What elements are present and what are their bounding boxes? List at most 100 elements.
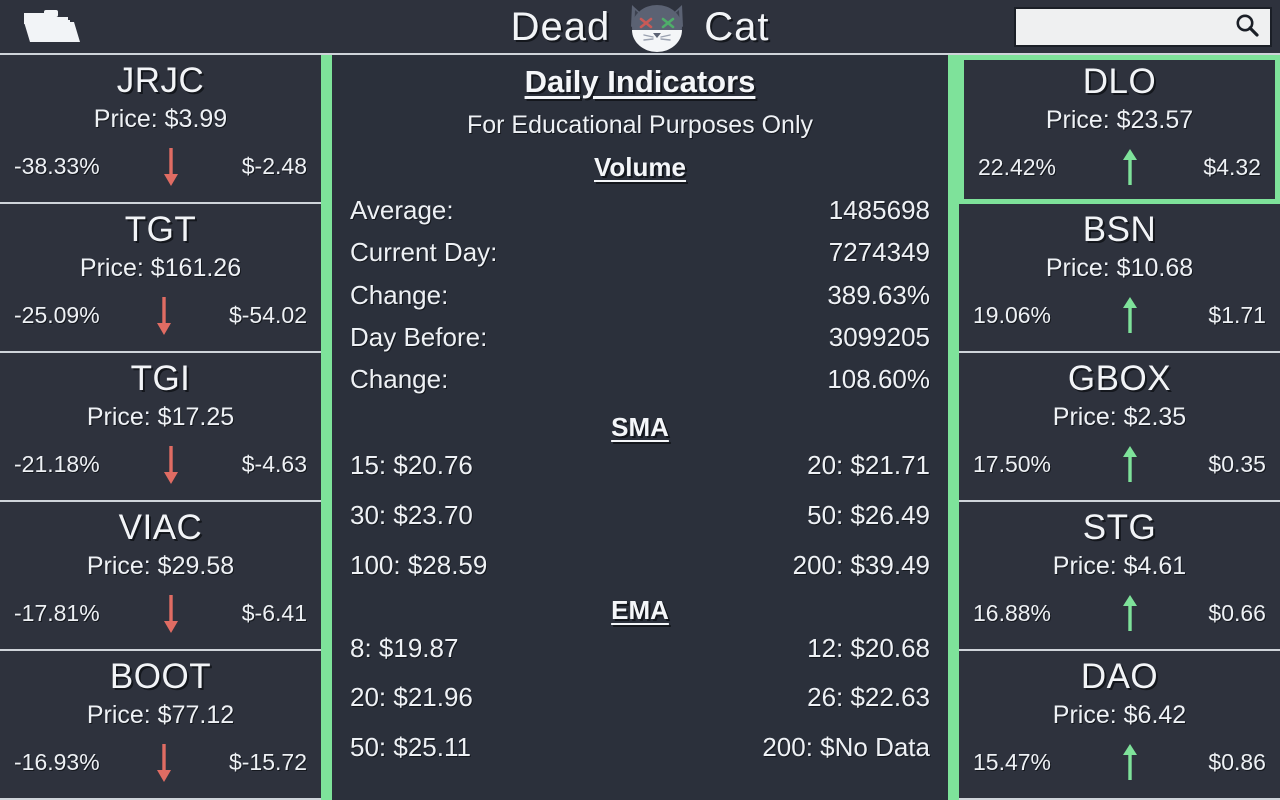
volume-row-label: Day Before:: [350, 321, 488, 352]
ticker-card-dlo[interactable]: DLO Price: $23.57 22.42% $4.32: [959, 55, 1280, 204]
top-losers-column: JRJC Price: $3.99 -38.33% $-2.48 TGT Price: $…: [0, 55, 321, 800]
ticker-change-amount: $-2.48: [241, 153, 307, 180]
brand-text-cat: Cat: [704, 4, 770, 49]
ema-value: 26: $22.63: [807, 682, 930, 713]
ticker-price: Price: $2.35: [1052, 403, 1187, 432]
ticker-card-jrjc[interactable]: JRJC Price: $3.99 -38.33% $-2.48: [0, 55, 321, 204]
volume-row-value: 1485698: [828, 195, 930, 226]
volume-row: Change: 389.63%: [350, 274, 930, 316]
disclaimer-text: For Educational Purposes Only: [466, 111, 813, 140]
ticker-change-percent: -38.33%: [14, 153, 100, 180]
ticker-change-percent: 16.88%: [973, 600, 1052, 627]
search-button[interactable]: [1230, 10, 1264, 44]
ticker-symbol: BSN: [1082, 210, 1157, 250]
ticker-change-amount: $4.32: [1203, 154, 1261, 181]
main-body: JRJC Price: $3.99 -38.33% $-2.48 TGT Price: $…: [0, 55, 1280, 800]
ticker-price: Price: $17.25: [86, 403, 235, 432]
ticker-change-percent: -21.18%: [14, 451, 100, 478]
ticker-price: Price: $161.26: [79, 254, 242, 283]
sma-value: 50: $26.49: [807, 499, 930, 530]
ticker-stats: -25.09% $-54.02: [10, 293, 311, 339]
ticker-stats: -21.18% $-4.63: [10, 442, 311, 488]
ticker-change-percent: -16.93%: [14, 749, 100, 776]
arrow-down-icon: [158, 442, 184, 488]
ticker-price: Price: $29.58: [86, 552, 235, 581]
folder-open-icon: [22, 8, 84, 46]
ticker-stats: -38.33% $-2.48: [10, 144, 311, 190]
ticker-symbol: TGT: [124, 210, 197, 250]
ticker-change-amount: $-6.41: [241, 600, 307, 627]
ticker-stats: 19.06% $1.71: [969, 293, 1270, 339]
ticker-symbol: STG: [1082, 508, 1157, 548]
ticker-change-amount: $0.86: [1208, 749, 1266, 776]
ticker-change-amount: $0.35: [1208, 451, 1266, 478]
ticker-change-amount: $-15.72: [228, 749, 307, 776]
ticker-symbol: DAO: [1080, 657, 1159, 697]
ticker-symbol: GBOX: [1067, 359, 1172, 399]
ticker-card-stg[interactable]: STG Price: $4.61 16.88% $0.66: [959, 502, 1280, 651]
ema-value: 200: $No Data: [762, 732, 930, 763]
ticker-symbol: VIAC: [118, 508, 203, 548]
app-root: Dead Cat JRJC Price: $3.99 -38.33% $-2.4…: [0, 0, 1280, 800]
arrow-up-icon: [1117, 293, 1143, 339]
arrow-down-icon: [151, 293, 177, 339]
sma-value: 200: $39.49: [792, 549, 930, 580]
volume-row-label: Change:: [350, 279, 449, 310]
top-bar: Dead Cat: [0, 0, 1280, 55]
portfolio-folder-button[interactable]: [18, 5, 88, 49]
arrow-down-icon: [158, 591, 184, 637]
volume-row: Current Day: 7274349: [350, 231, 930, 273]
ticker-symbol: TGI: [130, 359, 191, 399]
ticker-stats: 15.47% $0.86: [969, 740, 1270, 786]
ticker-symbol: JRJC: [116, 61, 205, 101]
volume-row-value: 389.63%: [827, 279, 930, 310]
ticker-change-percent: 15.47%: [973, 749, 1052, 776]
search-input[interactable]: [1026, 8, 1230, 45]
top-gainers-column: DLO Price: $23.57 22.42% $4.32 BSN Price: $10…: [959, 55, 1280, 800]
ticker-symbol: BOOT: [109, 657, 212, 697]
ticker-change-amount: $0.66: [1208, 600, 1266, 627]
ticker-price: Price: $23.57: [1045, 106, 1194, 135]
ticker-symbol: DLO: [1082, 62, 1157, 102]
ticker-card-viac[interactable]: VIAC Price: $29.58 -17.81% $-6.41: [0, 502, 321, 651]
arrow-down-icon: [151, 740, 177, 786]
ticker-change-percent: 19.06%: [973, 302, 1052, 329]
ema-value: 20: $21.96: [350, 682, 473, 713]
brand-text-dead: Dead: [510, 4, 611, 49]
ticker-card-bsn[interactable]: BSN Price: $10.68 19.06% $1.71: [959, 204, 1280, 353]
ticker-card-gbox[interactable]: GBOX Price: $2.35 17.50% $0.35: [959, 353, 1280, 502]
ticker-stats: 16.88% $0.66: [969, 591, 1270, 637]
ticker-change-amount: $1.71: [1208, 302, 1266, 329]
ticker-change-amount: $-4.63: [241, 451, 307, 478]
sma-value: 20: $21.71: [807, 450, 930, 481]
arrow-up-icon: [1117, 442, 1143, 488]
volume-row-value: 7274349: [828, 237, 930, 268]
ema-grid: 8: $19.87 12: $20.68 20: $21.96 26: $22.63 5…: [350, 632, 930, 765]
ticker-stats: -16.93% $-15.72: [10, 740, 311, 786]
ticker-card-boot[interactable]: BOOT Price: $77.12 -16.93% $-15.72: [0, 651, 321, 800]
ticker-card-dao[interactable]: DAO Price: $6.42 15.47% $0.86: [959, 651, 1280, 800]
ticker-stats: -17.81% $-6.41: [10, 591, 311, 637]
sma-grid: 15: $20.76 20: $21.71 30: $23.70 50: $26.49…: [350, 449, 930, 582]
ema-value: 50: $25.11: [350, 732, 471, 763]
arrow-up-icon: [1117, 145, 1143, 191]
ema-value: 8: $19.87: [350, 632, 459, 663]
sma-section-heading: SMA: [611, 411, 669, 442]
search-bar[interactable]: [1014, 6, 1272, 47]
volume-rows: Average: 1485698 Current Day: 7274349 Change…: [350, 189, 930, 400]
ticker-price: Price: $77.12: [86, 701, 235, 730]
ema-section-heading: EMA: [611, 594, 669, 625]
ticker-card-tgi[interactable]: TGI Price: $17.25 -21.18% $-4.63: [0, 353, 321, 502]
volume-row-label: Average:: [350, 195, 454, 226]
volume-row-value: 108.60%: [827, 363, 930, 394]
volume-row-value: 3099205: [828, 321, 930, 352]
daily-indicators-panel: Daily Indicators For Educational Purpose…: [332, 55, 948, 800]
ticker-card-tgt[interactable]: TGT Price: $161.26 -25.09% $-54.02: [0, 204, 321, 353]
arrow-down-icon: [158, 144, 184, 190]
volume-row-label: Change:: [350, 363, 449, 394]
ticker-price: Price: $4.61: [1052, 552, 1187, 581]
sma-value: 100: $28.59: [350, 549, 488, 580]
arrow-up-icon: [1117, 591, 1143, 637]
ticker-price: Price: $6.42: [1052, 701, 1187, 730]
volume-row: Change: 108.60%: [350, 358, 930, 400]
